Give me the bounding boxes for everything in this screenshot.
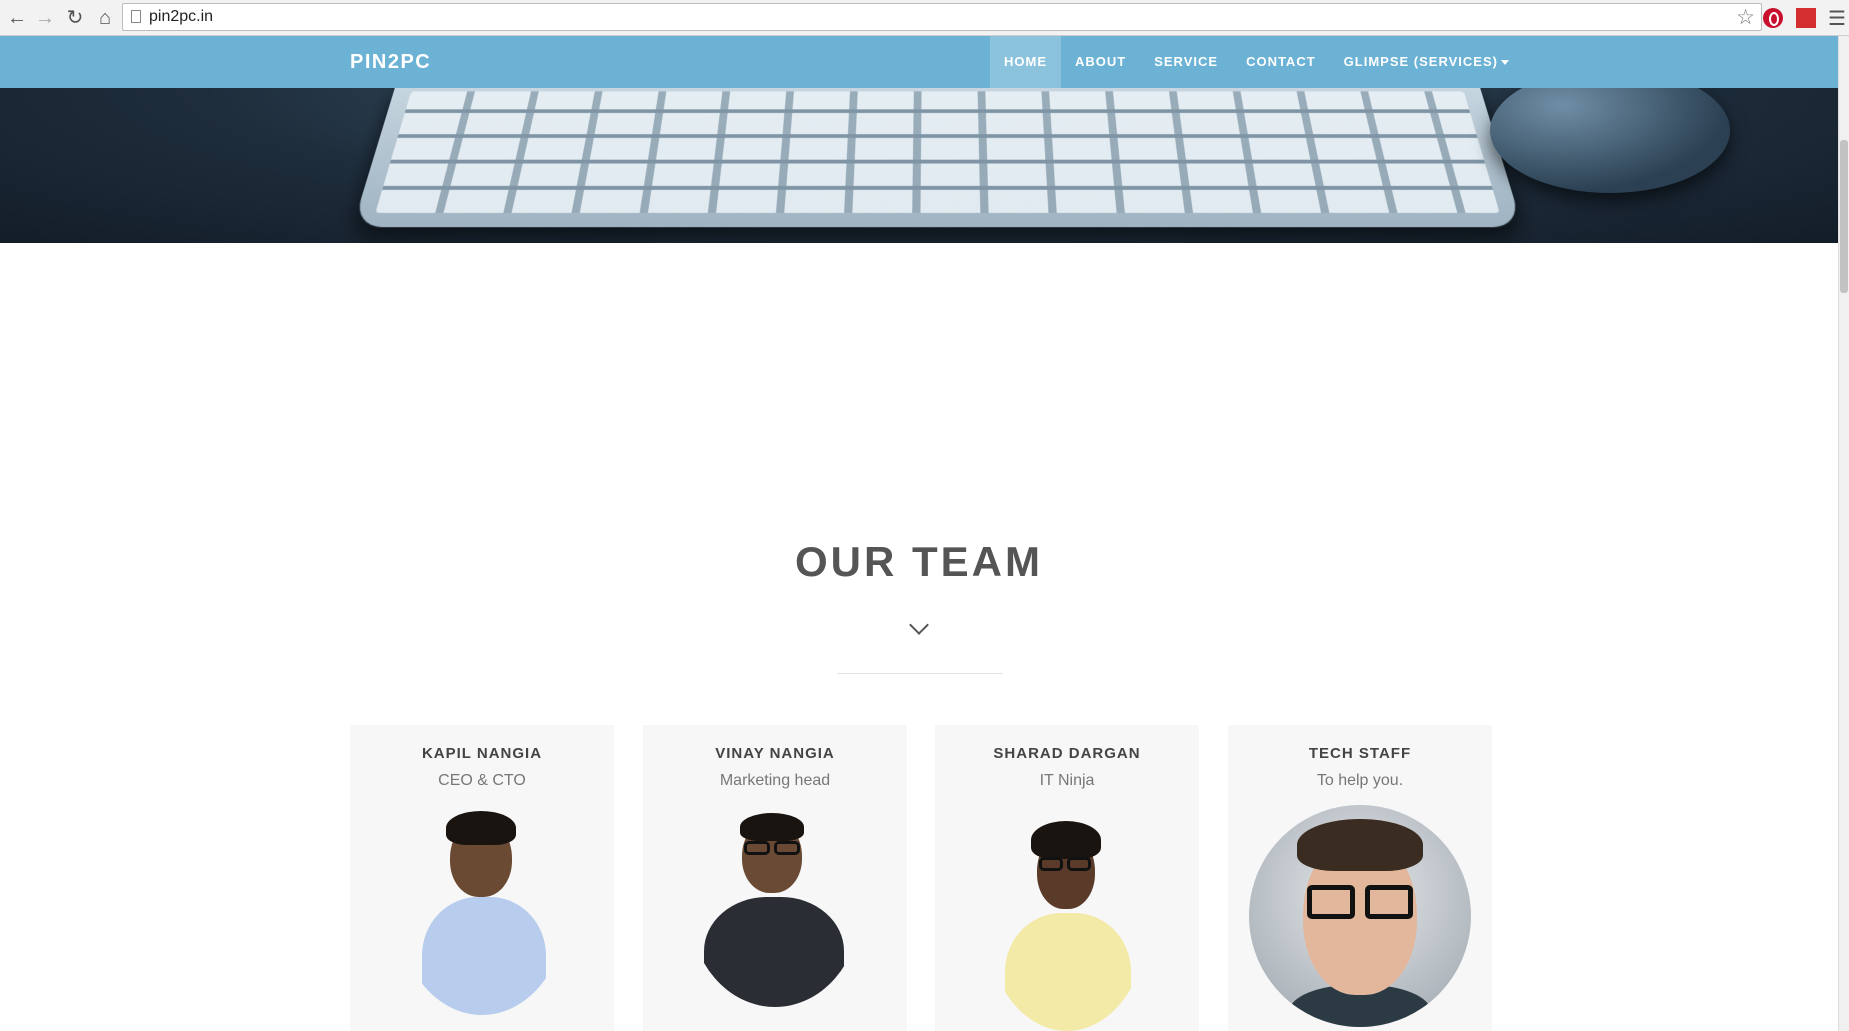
chevron-down-icon xyxy=(909,615,929,635)
team-card: VINAY NANGIA Marketing head xyxy=(643,725,907,1031)
member-name: SHARAD DARGAN xyxy=(993,745,1141,762)
book-extension-icon[interactable] xyxy=(1796,8,1816,28)
member-name: TECH STAFF xyxy=(1308,745,1412,762)
page-scrollbar[interactable] xyxy=(1838,36,1849,1031)
browser-menu-icon[interactable]: ☰ xyxy=(1828,6,1846,31)
forward-icon[interactable]: → xyxy=(32,5,58,31)
address-bar[interactable]: pin2pc.in ☆ xyxy=(122,3,1762,31)
reload-icon[interactable]: ↻ xyxy=(62,5,88,31)
opera-extension-icon[interactable] xyxy=(1763,8,1783,28)
nav-glimpse-dropdown[interactable]: GLIMPSE (SERVICES) xyxy=(1330,36,1523,88)
member-role: To help you. xyxy=(1316,772,1404,789)
brand-logo[interactable]: PIN2PC xyxy=(350,51,431,74)
url-text[interactable]: pin2pc.in xyxy=(149,8,213,26)
site-navbar: PIN2PC HOME ABOUT SERVICE CONTACT GLIMPS… xyxy=(0,36,1838,89)
caret-down-icon xyxy=(1500,60,1509,66)
nav-links: HOME ABOUT SERVICE CONTACT GLIMPSE (SERV… xyxy=(990,36,1523,88)
page-icon xyxy=(131,10,141,23)
team-card: KAPIL NANGIA CEO & CTO xyxy=(350,725,614,1031)
bookmark-star-icon[interactable]: ☆ xyxy=(1736,5,1755,30)
member-photo xyxy=(987,817,1147,1031)
team-section-title: OUR TEAM xyxy=(795,538,1043,585)
member-name: VINAY NANGIA xyxy=(715,745,835,762)
scrollbar-thumb[interactable] xyxy=(1840,140,1848,293)
nav-service[interactable]: SERVICE xyxy=(1140,36,1232,88)
nav-contact-label: CONTACT xyxy=(1246,54,1316,69)
member-role: IT Ninja xyxy=(1039,772,1095,789)
browser-toolbar: ← → ↻ ⌂ pin2pc.in ☆ ☰ xyxy=(0,0,1849,36)
back-icon[interactable]: ← xyxy=(4,5,30,31)
mouse-illustration xyxy=(1490,88,1730,193)
hero-keyboard-image xyxy=(0,88,1838,243)
nav-home-label: HOME xyxy=(1004,54,1047,69)
member-role: CEO & CTO xyxy=(438,772,526,789)
team-card: SHARAD DARGAN IT Ninja xyxy=(935,725,1199,1031)
member-photo xyxy=(690,811,860,1007)
home-icon[interactable]: ⌂ xyxy=(92,5,118,31)
nav-service-label: SERVICE xyxy=(1154,54,1219,69)
member-photo xyxy=(398,805,566,1015)
keyboard-illustration xyxy=(352,88,1523,228)
nav-about-label: ABOUT xyxy=(1075,54,1127,69)
member-photo xyxy=(1249,805,1471,1027)
member-role: Marketing head xyxy=(719,772,831,789)
nav-glimpse-label: GLIMPSE (SERVICES) xyxy=(1343,54,1498,69)
section-divider xyxy=(837,673,1003,674)
member-name: KAPIL NANGIA xyxy=(421,745,543,762)
nav-home[interactable]: HOME xyxy=(990,36,1061,88)
team-card: TECH STAFF To help you. xyxy=(1228,725,1492,1031)
nav-contact[interactable]: CONTACT xyxy=(1232,36,1330,88)
nav-about[interactable]: ABOUT xyxy=(1061,36,1140,88)
